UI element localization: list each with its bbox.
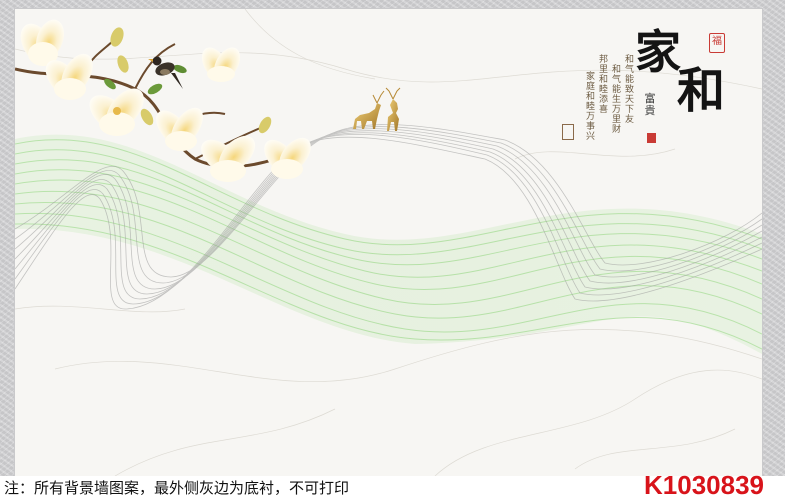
title-char-he: 和 [677, 63, 726, 119]
couplet-line-1: 和气能致天下友 [623, 54, 633, 124]
small-seal-red [647, 133, 656, 143]
fugui-label: 富貴 [644, 92, 656, 117]
product-code: K1030839 [644, 470, 764, 500]
couplet-line-2: 和气能生万里财 [610, 64, 620, 134]
title-char-jia: 家 [635, 25, 681, 79]
bud-3 [258, 116, 272, 134]
fu-seal: 福 [709, 33, 725, 53]
couplet-line-3: 邦里和睦添喜 [597, 54, 607, 114]
couplet-line-4: 家庭和睦万事兴 [584, 71, 594, 141]
artwork-illustration [15, 9, 762, 476]
wallpaper-artwork: 和气能致天下友 和气能生万里财 邦里和睦添喜 家庭和睦万事兴 福 家 和 富貴 [15, 9, 762, 476]
flower-6 [264, 137, 311, 179]
print-note: 注：所有背景墙图案，最外侧灰边为底衬，不可打印 [4, 479, 350, 497]
flower-7 [201, 47, 241, 82]
flower-5 [201, 135, 256, 182]
bird [148, 56, 183, 89]
bud-2 [117, 55, 129, 73]
flower-3 [89, 88, 144, 136]
green-wave-fill [15, 134, 762, 354]
small-seal-left [562, 124, 574, 140]
bud-1 [110, 27, 124, 47]
